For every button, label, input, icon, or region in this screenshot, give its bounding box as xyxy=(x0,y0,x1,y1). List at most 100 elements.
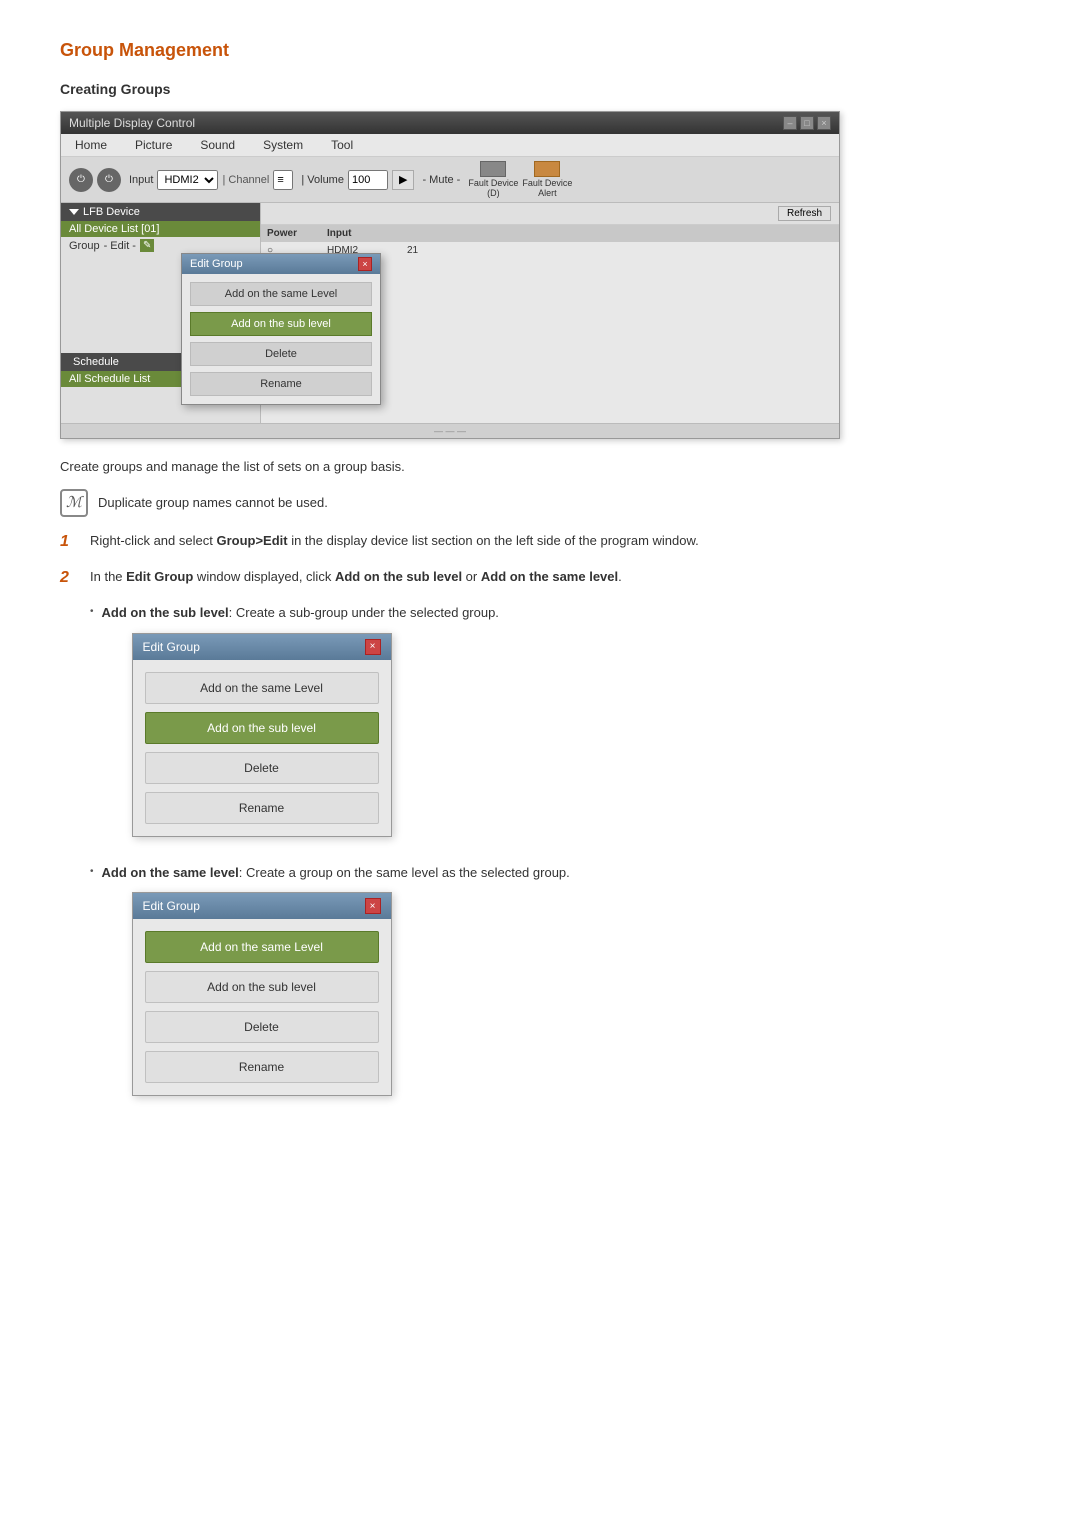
card-titlebar-same: Edit Group × xyxy=(133,893,391,919)
bullet-section: • Add on the sub level: Create a sub-gro… xyxy=(90,603,1020,1112)
lfb-device-label: LFB Device xyxy=(83,206,140,218)
card-btn-delete-sub[interactable]: Delete xyxy=(145,752,379,784)
dialog-btn-rename[interactable]: Rename xyxy=(190,372,372,396)
power-off-icon[interactable]: ⏻ xyxy=(97,168,121,192)
card-btn-sub-level-active[interactable]: Add on the sub level xyxy=(145,712,379,744)
statusbar-text: — — — xyxy=(434,426,466,436)
card-btn-sub-level-same[interactable]: Add on the sub level xyxy=(145,971,379,1003)
fault-device-icon: Fault Device(D) xyxy=(468,161,518,198)
card-close-sub[interactable]: × xyxy=(365,639,381,655)
note-icon: ℳ xyxy=(60,489,88,517)
table-header: Power Input xyxy=(261,225,839,242)
page-title: Group Management xyxy=(60,40,1020,61)
titlebar-buttons: – □ × xyxy=(783,116,831,130)
steps-container: 1 Right-click and select Group>Edit in t… xyxy=(60,531,1020,1113)
description-text: Create groups and manage the list of set… xyxy=(60,457,1020,477)
edit-group-card-sub: Edit Group × Add on the same Level Add o… xyxy=(132,633,392,837)
device-list-subheader: All Device List [01] xyxy=(61,221,260,237)
note-box: ℳ Duplicate group names cannot be used. xyxy=(60,489,1020,517)
col-input: Input xyxy=(321,227,401,240)
card-body-sub: Add on the same Level Add on the sub lev… xyxy=(133,660,391,836)
bullet-dot-1: • xyxy=(90,606,94,617)
col-power: Power xyxy=(261,227,321,240)
volume-group: | Volume ▶ xyxy=(301,170,414,190)
fault-alert-label: Fault DeviceAlert xyxy=(522,178,572,198)
dialog-btn-sub-level[interactable]: Add on the sub level xyxy=(190,312,372,336)
fault-device-label: Fault Device(D) xyxy=(468,178,518,198)
card-titlebar-sub: Edit Group × xyxy=(133,634,391,660)
power-on-icon[interactable]: ⏻ xyxy=(69,168,93,192)
edit-group-dialog-app: Edit Group × Add on the same Level Add o… xyxy=(181,253,381,405)
edit-label[interactable]: - Edit - xyxy=(104,240,136,252)
menu-picture[interactable]: Picture xyxy=(121,134,186,156)
bullet-item-sub-level: • Add on the sub level: Create a sub-gro… xyxy=(90,603,1020,853)
cell-value: 21 xyxy=(401,244,481,257)
step-1-number: 1 xyxy=(60,531,78,553)
input-select[interactable]: HDMI2 xyxy=(157,170,218,190)
card-title-sub: Edit Group xyxy=(143,640,200,654)
bullet-text-1: Add on the sub level: Create a sub-group… xyxy=(102,605,499,620)
card-body-same: Add on the same Level Add on the sub lev… xyxy=(133,919,391,1095)
maximize-btn[interactable]: □ xyxy=(800,116,814,130)
card-btn-rename-sub[interactable]: Rename xyxy=(145,792,379,824)
group-label: Group xyxy=(69,240,100,252)
bullet-label-sub: Add on the sub level xyxy=(102,605,229,620)
note-text: Duplicate group names cannot be used. xyxy=(98,489,328,513)
step-2: 2 In the Edit Group window displayed, cl… xyxy=(60,567,1020,589)
step-2-number: 2 xyxy=(60,567,78,589)
right-panel-header: Refresh xyxy=(261,203,839,225)
channel-input[interactable] xyxy=(273,170,293,190)
section-subtitle: Creating Groups xyxy=(60,81,1020,97)
power-icons: ⏻ ⏻ xyxy=(69,168,121,192)
step-1-text: Right-click and select Group>Edit in the… xyxy=(90,531,699,552)
group-row: Group - Edit - ✎ xyxy=(61,237,260,254)
input-label: Input xyxy=(129,174,153,186)
fault-group: Fault Device(D) Fault DeviceAlert xyxy=(468,161,572,198)
fault-alert-img xyxy=(534,161,560,177)
app-statusbar: — — — xyxy=(61,423,839,438)
volume-label: | Volume xyxy=(301,174,344,186)
mute-label: - Mute - xyxy=(422,174,460,186)
dialog-btn-delete[interactable]: Delete xyxy=(190,342,372,366)
fault-device-img xyxy=(480,161,506,177)
mute-group: - Mute - xyxy=(422,174,460,186)
card-btn-same-level-active[interactable]: Add on the same Level xyxy=(145,931,379,963)
bullet-text-2: Add on the same level: Create a group on… xyxy=(102,865,570,880)
menu-tool[interactable]: Tool xyxy=(317,134,367,156)
dialog-title: Edit Group xyxy=(190,258,243,270)
volume-input[interactable] xyxy=(348,170,388,190)
step-1: 1 Right-click and select Group>Edit in t… xyxy=(60,531,1020,553)
channel-label: | Channel xyxy=(222,174,269,186)
menu-home[interactable]: Home xyxy=(61,134,121,156)
step-2-text: In the Edit Group window displayed, clic… xyxy=(90,567,622,588)
menu-system[interactable]: System xyxy=(249,134,317,156)
app-toolbar: ⏻ ⏻ Input HDMI2 | Channel | Volume ▶ - M… xyxy=(61,157,839,203)
bullet-content-1: Add on the sub level: Create a sub-group… xyxy=(102,603,499,853)
card-close-same[interactable]: × xyxy=(365,898,381,914)
close-btn[interactable]: × xyxy=(817,116,831,130)
app-window: Multiple Display Control – □ × Home Pict… xyxy=(60,111,840,439)
app-window-title: Multiple Display Control xyxy=(69,116,195,130)
left-panel-header: LFB Device xyxy=(61,203,260,221)
refresh-button[interactable]: Refresh xyxy=(778,206,831,221)
card-btn-same-level-sub[interactable]: Add on the same Level xyxy=(145,672,379,704)
edit-group-overlay: Edit Group × Add on the same Level Add o… xyxy=(181,253,381,405)
dialog-body: Add on the same Level Add on the sub lev… xyxy=(182,274,380,404)
bullet-item-same-level: • Add on the same level: Create a group … xyxy=(90,863,1020,1113)
dialog-btn-same-level[interactable]: Add on the same Level xyxy=(190,282,372,306)
volume-arrow[interactable]: ▶ xyxy=(392,170,414,190)
menu-sound[interactable]: Sound xyxy=(186,134,249,156)
input-group: Input HDMI2 | Channel xyxy=(129,170,293,190)
app-menubar: Home Picture Sound System Tool xyxy=(61,134,839,157)
card-btn-rename-same[interactable]: Rename xyxy=(145,1051,379,1083)
dialog-titlebar: Edit Group × xyxy=(182,254,380,274)
bullet-dot-2: • xyxy=(90,866,94,877)
card-btn-delete-same[interactable]: Delete xyxy=(145,1011,379,1043)
bullet-content-2: Add on the same level: Create a group on… xyxy=(102,863,570,1113)
bullet-label-same: Add on the same level xyxy=(102,865,239,880)
dialog-close-icon[interactable]: × xyxy=(358,257,372,271)
edit-icon[interactable]: ✎ xyxy=(140,239,154,252)
edit-group-card-same: Edit Group × Add on the same Level Add o… xyxy=(132,892,392,1096)
minimize-btn[interactable]: – xyxy=(783,116,797,130)
fault-alert-icon: Fault DeviceAlert xyxy=(522,161,572,198)
